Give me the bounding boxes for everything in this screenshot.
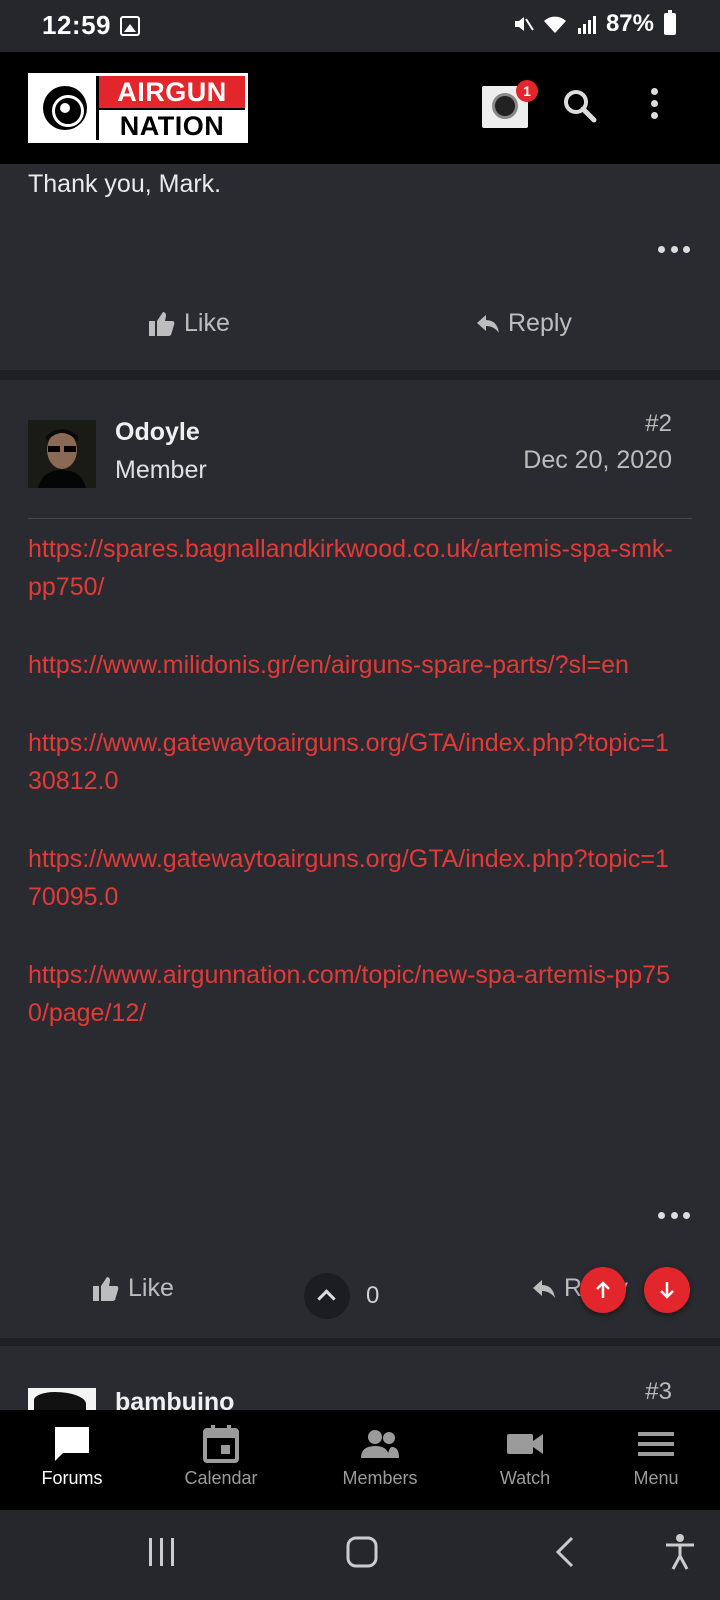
home-icon[interactable] <box>344 1532 380 1572</box>
post-link[interactable]: https://spares.bagnallandkirkwood.co.uk/… <box>28 530 678 606</box>
vote-count: 0 <box>366 1282 380 1309</box>
nav-menu[interactable]: Menu <box>618 1410 694 1510</box>
post-link[interactable]: https://www.airgunnation.com/topic/new-s… <box>28 956 678 1032</box>
scroll-down-button[interactable] <box>644 1267 690 1313</box>
battery-percentage: 87% <box>605 10 654 37</box>
hamburger-menu-icon <box>638 1432 674 1456</box>
app-header: AIRGUN NATION <box>0 52 720 164</box>
post-more-icon[interactable] <box>658 1212 690 1222</box>
post-divider <box>0 1338 720 1346</box>
post-link[interactable]: https://www.milidonis.gr/en/airguns-spar… <box>28 646 678 684</box>
arrow-up-icon <box>596 1281 610 1298</box>
like-button[interactable]: Like <box>92 1274 174 1303</box>
vote-block: 0 <box>304 1273 379 1319</box>
wifi-icon <box>543 16 566 33</box>
post-number[interactable]: #3 <box>645 1378 672 1406</box>
logo-target-icon <box>31 76 99 140</box>
user-role: Member <box>115 456 207 484</box>
avatar[interactable] <box>28 1388 96 1410</box>
thumbs-up-icon <box>149 311 175 336</box>
username[interactable]: bambuino <box>115 1388 234 1410</box>
nav-label: Watch <box>499 1468 551 1488</box>
mute-icon <box>514 17 534 31</box>
people-icon <box>361 1430 399 1458</box>
post-link[interactable]: https://www.gatewaytoairguns.org/GTA/ind… <box>28 724 678 800</box>
thumbs-up-icon <box>93 1276 119 1301</box>
post-date[interactable]: Dec 20, 2020 <box>523 446 672 475</box>
chat-bubble-icon <box>55 1427 89 1461</box>
nav-watch[interactable]: Watch <box>484 1410 566 1510</box>
post-3: bambuino #3 <box>0 1346 720 1410</box>
like-label: Like <box>184 309 230 337</box>
search-icon[interactable] <box>560 86 600 126</box>
scroll-up-button[interactable] <box>580 1267 626 1313</box>
nav-label: Calendar <box>184 1468 258 1488</box>
nav-label: Members <box>342 1468 418 1488</box>
recent-apps-icon[interactable] <box>146 1532 178 1572</box>
post-body-text: Thank you, Mark. <box>28 170 222 198</box>
post-link[interactable]: https://www.gatewaytoairguns.org/GTA/ind… <box>28 840 678 916</box>
post-more-icon[interactable] <box>658 246 690 256</box>
reply-icon <box>477 314 499 333</box>
video-camera-icon <box>507 1434 543 1454</box>
like-label: Like <box>128 1274 174 1302</box>
post-divider <box>0 370 720 380</box>
logo-text-nation: NATION <box>99 108 245 141</box>
back-icon[interactable] <box>552 1532 580 1572</box>
notification-badge: 1 <box>516 80 538 102</box>
post-2: Odoyle Member #2 Dec 20, 2020 https://sp… <box>0 380 720 1338</box>
gallery-notification-icon <box>120 16 140 36</box>
calendar-icon <box>203 1425 239 1463</box>
battery-icon <box>664 10 676 35</box>
status-time: 12:59 <box>42 10 111 40</box>
avatar[interactable] <box>28 420 96 488</box>
like-button[interactable]: Like <box>148 309 230 338</box>
accessibility-icon[interactable] <box>664 1532 696 1572</box>
upvote-button[interactable] <box>304 1273 350 1319</box>
post-number[interactable]: #2 <box>645 410 672 438</box>
nav-label: Menu <box>633 1468 679 1488</box>
reply-label: Reply <box>508 309 572 337</box>
username[interactable]: Odoyle <box>115 418 200 447</box>
reply-button[interactable]: Reply <box>476 309 572 338</box>
status-indicators: 87% <box>512 10 676 38</box>
nav-calendar[interactable]: Calendar <box>176 1410 266 1510</box>
post-1: Thank you, Mark. Like Reply <box>0 164 720 370</box>
logo-text-airgun: AIRGUN <box>99 76 245 108</box>
status-bar: 12:59 87% <box>0 0 720 52</box>
bottom-navigation: Forums Calendar Members Watch Menu <box>0 1410 720 1510</box>
more-options-icon[interactable] <box>644 88 664 128</box>
post-body: https://spares.bagnallandkirkwood.co.uk/… <box>28 530 678 1072</box>
arrow-down-icon <box>660 1282 674 1299</box>
system-navigation-bar <box>0 1510 720 1600</box>
reply-icon <box>533 1279 555 1298</box>
nav-label: Forums <box>41 1468 103 1488</box>
nav-forums[interactable]: Forums <box>28 1410 116 1510</box>
site-logo[interactable]: AIRGUN NATION <box>28 73 248 143</box>
post-header-divider <box>28 518 692 519</box>
signal-icon <box>577 16 596 34</box>
nav-members[interactable]: Members <box>330 1410 430 1510</box>
